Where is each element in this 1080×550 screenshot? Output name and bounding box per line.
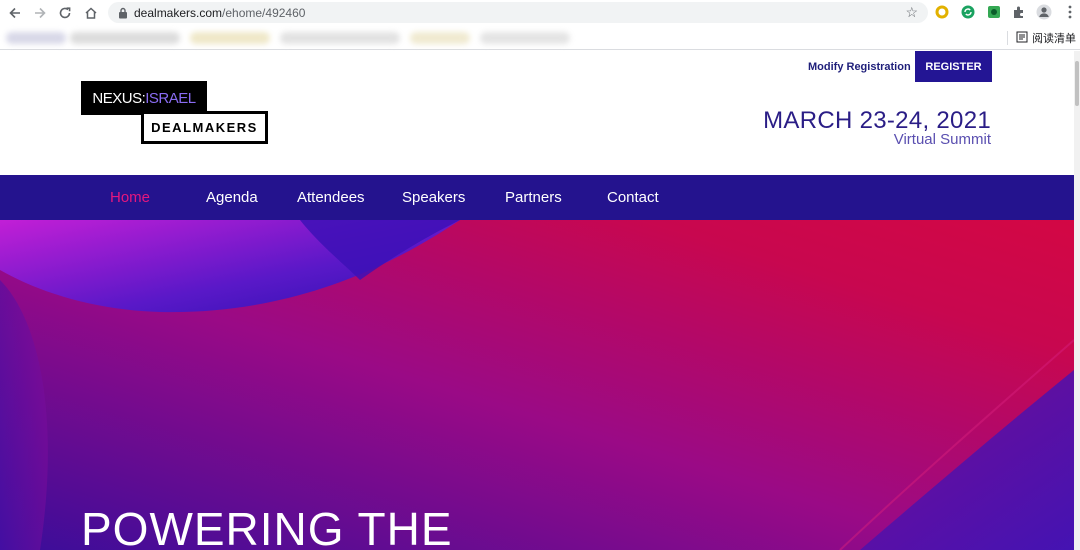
extension-sync-icon[interactable] (960, 4, 976, 20)
nav-contact[interactable]: Contact (607, 175, 659, 220)
profile-avatar-icon[interactable] (1036, 4, 1052, 20)
blurred-bookmark[interactable] (6, 32, 66, 44)
extensions-puzzle-icon[interactable] (1011, 4, 1027, 20)
hero-background (0, 220, 1074, 550)
menu-kebab-icon[interactable] (1062, 4, 1078, 20)
scrollbar-thumb[interactable] (1075, 61, 1079, 106)
browser-toolbar: dealmakers.com/ehome/492460 ☆ (0, 0, 1080, 26)
page-scrollbar[interactable] (1074, 51, 1080, 550)
blurred-bookmark[interactable] (280, 32, 400, 44)
lock-icon (112, 7, 134, 19)
logo-nexus-israel[interactable]: NEXUS: ISRAEL (81, 81, 207, 115)
reading-list-icon (1016, 31, 1028, 46)
blurred-bookmark[interactable] (190, 32, 270, 44)
web-page: NEXUS: ISRAEL DEALMAKERS Modify Registrat… (0, 51, 1074, 550)
main-navigation: Home Agenda Attendees Speakers Partners … (0, 175, 1074, 220)
event-subtitle: Virtual Summit (893, 131, 991, 148)
nav-speakers[interactable]: Speakers (402, 175, 465, 220)
modify-registration-link[interactable]: Modify Registration (808, 61, 911, 73)
bookmarks-bar: 阅读清单 (0, 26, 1080, 50)
back-icon[interactable] (2, 0, 28, 26)
logo-dealmakers-text: DEALMAKERS (151, 120, 258, 135)
blurred-bookmark[interactable] (70, 32, 180, 44)
nav-partners[interactable]: Partners (505, 175, 562, 220)
home-icon[interactable] (78, 0, 104, 26)
site-header: NEXUS: ISRAEL DEALMAKERS Modify Registrat… (0, 51, 1074, 175)
url-text: dealmakers.com/ehome/492460 (134, 5, 306, 20)
forward-icon[interactable] (27, 0, 53, 26)
reading-list-button[interactable]: 阅读清单 (1007, 30, 1076, 46)
address-bar[interactable]: dealmakers.com/ehome/492460 ☆ (108, 2, 928, 23)
extension-image-icon[interactable] (986, 4, 1002, 20)
extension-ring-icon[interactable] (934, 4, 950, 20)
nav-agenda[interactable]: Agenda (206, 175, 258, 220)
register-button[interactable]: REGISTER (915, 51, 992, 82)
blurred-bookmark[interactable] (480, 32, 570, 44)
reading-list-label: 阅读清单 (1032, 33, 1076, 45)
bookmark-star-icon[interactable]: ☆ (905, 4, 918, 21)
logo-dealmakers[interactable]: DEALMAKERS (141, 111, 268, 144)
hero-title: POWERING THE (81, 503, 453, 550)
nav-home[interactable]: Home (110, 175, 150, 220)
nav-attendees[interactable]: Attendees (297, 175, 365, 220)
divider (1007, 31, 1008, 45)
logo-israel-text: ISRAEL (145, 89, 196, 107)
hero-banner: POWERING THE (0, 220, 1074, 550)
reload-icon[interactable] (52, 0, 78, 26)
blurred-bookmark[interactable] (410, 32, 470, 44)
logo-nexus-text: NEXUS: (92, 89, 146, 107)
